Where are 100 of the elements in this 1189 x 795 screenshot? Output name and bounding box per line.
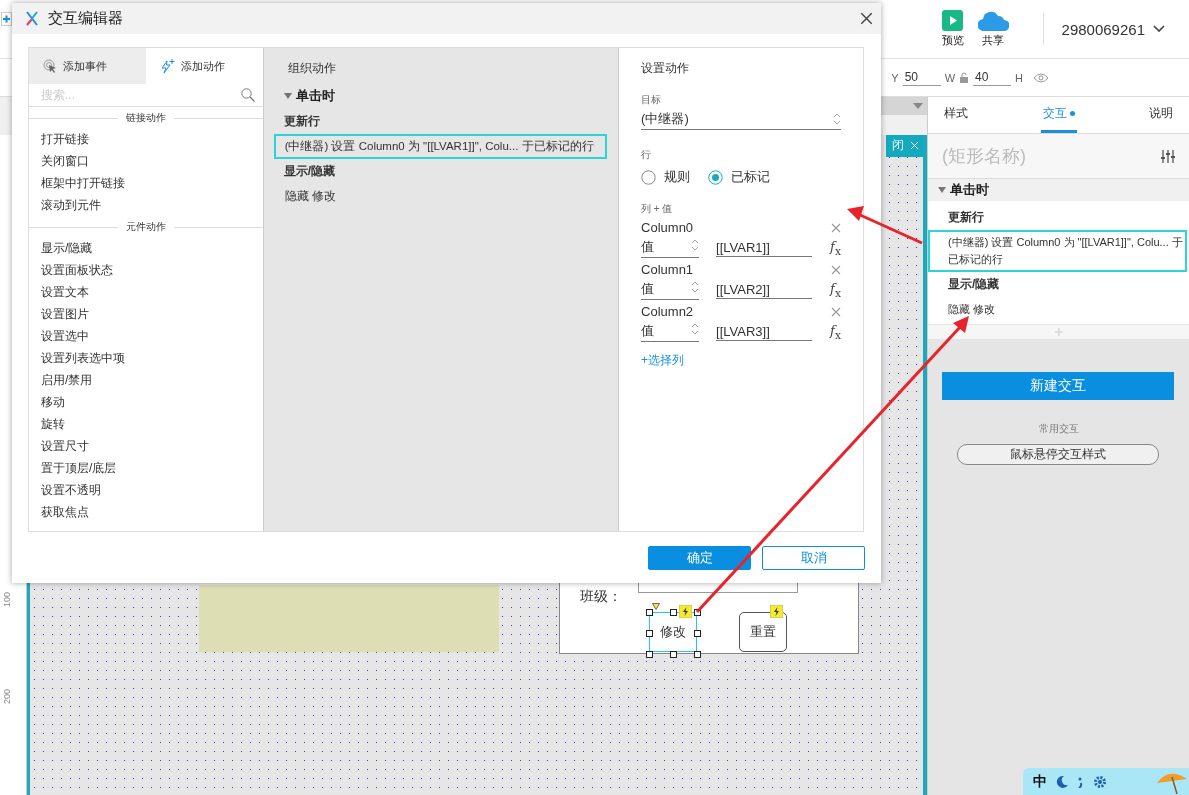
close-icon[interactable] — [910, 141, 919, 150]
radio-icon[interactable] — [708, 169, 724, 185]
action-list-item[interactable]: 设置尺寸 — [29, 435, 263, 457]
action-list-item[interactable]: 设置图片 — [29, 303, 263, 325]
account-menu[interactable]: 2980069261 — [1061, 20, 1165, 38]
lock-icon[interactable] — [959, 72, 970, 83]
punctuation-icon[interactable] — [1077, 775, 1085, 788]
column-name: Column2 — [641, 304, 694, 319]
resize-handle[interactable] — [694, 651, 701, 658]
action-title: 更新行 — [947, 209, 985, 226]
value-field[interactable]: [[LVAR1]] — [716, 239, 813, 257]
formula-button[interactable]: f$_{x}$ — [830, 322, 841, 342]
remove-icon[interactable] — [831, 306, 841, 317]
action-list-item[interactable]: 设置列表选中项 — [29, 347, 263, 369]
close-button[interactable] — [860, 12, 873, 25]
action-title: 显示/隐藏 — [947, 276, 1001, 293]
hover-style-button[interactable]: 鼠标悬停交互样式 — [957, 444, 1159, 465]
action-list-item[interactable]: 旋转 — [29, 413, 263, 435]
spinner-icon[interactable] — [691, 238, 700, 252]
spinner-icon[interactable] — [833, 112, 841, 126]
action-list-item[interactable]: 设置不透明 — [29, 479, 263, 501]
remove-icon[interactable] — [831, 222, 841, 233]
mode-select[interactable]: 值 — [641, 280, 700, 300]
formula-button[interactable]: f$_{x}$ — [830, 280, 841, 300]
panel-tab[interactable]: 样式 — [942, 97, 970, 133]
resize-handle[interactable] — [646, 630, 653, 637]
action-item[interactable]: 隐藏 修改 — [273, 184, 608, 209]
action-list-item[interactable]: 启用/禁用 — [29, 369, 263, 391]
eye-icon[interactable] — [1033, 72, 1049, 83]
dot-icon — [1069, 111, 1075, 116]
ruler-label: 100 — [2, 591, 12, 607]
action-list-item[interactable]: 关闭窗口 — [29, 150, 263, 172]
field-label: H — [1015, 71, 1023, 84]
resize-handle[interactable] — [646, 609, 653, 616]
sparkle-bolt-icon — [159, 59, 175, 73]
confirm-button[interactable]: 确定 — [648, 546, 751, 570]
action-item[interactable]: (中继器) 设置 Column0 为 "[[LVAR1]]", Colu... 于已标记的行 — [928, 230, 1187, 272]
add-column-link[interactable]: +选择列 — [641, 352, 685, 369]
value-field[interactable]: [[LVAR3]] — [716, 323, 813, 341]
mode-select[interactable]: 值 — [641, 322, 700, 342]
moon-icon[interactable] — [1055, 774, 1069, 789]
spinner-icon[interactable] — [691, 280, 700, 294]
action-list-item[interactable]: 设置文本 — [29, 281, 263, 303]
action-item[interactable]: 隐藏 修改 — [928, 297, 1187, 322]
cloud-icon — [977, 10, 1009, 31]
lightning-icon — [770, 605, 783, 618]
target-select[interactable]: (中继器) — [641, 110, 841, 130]
form-label: 班级： — [580, 588, 622, 606]
toolbar-button[interactable]: 预览 — [941, 10, 964, 48]
search-icon[interactable] — [240, 88, 255, 102]
resize-handle[interactable] — [670, 609, 677, 616]
dialog-tab[interactable]: 添加事件 — [29, 48, 146, 84]
action-list-item[interactable]: 滚动到元件 — [29, 194, 263, 216]
mode-select[interactable]: 值 — [641, 238, 700, 258]
radio-icon[interactable] — [641, 169, 657, 185]
gear-icon[interactable] — [1093, 774, 1107, 789]
field-label: 目标 — [641, 93, 663, 107]
remove-icon[interactable] — [831, 264, 841, 275]
play-icon — [942, 10, 964, 31]
ruler-label: 200 — [2, 688, 12, 704]
column-name: Column0 — [641, 220, 694, 235]
action-title: 显示/隐藏 — [282, 163, 336, 180]
caret-icon[interactable] — [938, 187, 946, 193]
settings-icon[interactable] — [1161, 149, 1175, 163]
action-list-item[interactable]: 移动 — [29, 391, 263, 413]
canvas-button[interactable]: 修改 — [649, 612, 697, 652]
ime-mode[interactable]: 中 — [1033, 772, 1047, 791]
spinner-icon[interactable] — [691, 322, 700, 336]
field-label: 行 — [641, 148, 653, 162]
action-list-item[interactable]: 框架中打开链接 — [29, 172, 263, 194]
radio-option[interactable]: 规则 — [641, 168, 691, 186]
toolbar-button[interactable]: 共享 — [977, 10, 1009, 48]
y-field[interactable]: 50 — [902, 69, 941, 86]
action-list-item[interactable]: 设置选中 — [29, 325, 263, 347]
event-title: 单击时 — [950, 181, 989, 199]
action-item[interactable]: (中继器) 设置 Column0 为 "[[LVAR1]]", Colu... 于已标记的行 — [273, 134, 608, 159]
resize-handle[interactable] — [670, 651, 677, 658]
action-list-item[interactable]: 置于顶层/底层 — [29, 457, 263, 479]
dropdown-icon[interactable] — [913, 103, 923, 109]
value-field[interactable]: [[LVAR2]] — [716, 281, 813, 299]
action-list-item[interactable]: 获取焦点 — [29, 501, 263, 523]
panel-tab[interactable]: 说明 — [1147, 97, 1175, 133]
resize-handle[interactable] — [646, 651, 653, 658]
caret-icon[interactable] — [283, 93, 292, 99]
cancel-button[interactable]: 取消 — [762, 546, 865, 570]
action-list-item[interactable]: 显示/隐藏 — [29, 237, 263, 259]
name-field[interactable]: (矩形名称) — [928, 134, 1157, 178]
canvas-button[interactable]: 重置 — [739, 612, 787, 652]
resize-handle[interactable] — [694, 630, 701, 637]
resize-handle[interactable] — [694, 609, 701, 616]
dialog-title: 交互编辑器 — [48, 9, 123, 28]
new-interaction-button[interactable]: 新建交互 — [942, 372, 1174, 400]
w-field[interactable]: 40 — [973, 69, 1012, 86]
add-icon[interactable] — [1, 12, 12, 26]
radio-option[interactable]: 已标记 — [708, 168, 771, 186]
formula-button[interactable]: f$_{x}$ — [830, 238, 841, 258]
action-list-item[interactable]: 打开链接 — [29, 128, 263, 150]
action-list-item[interactable]: 设置面板状态 — [29, 259, 263, 281]
action-title: 更新行 — [282, 113, 321, 130]
lightning-icon — [679, 605, 692, 618]
